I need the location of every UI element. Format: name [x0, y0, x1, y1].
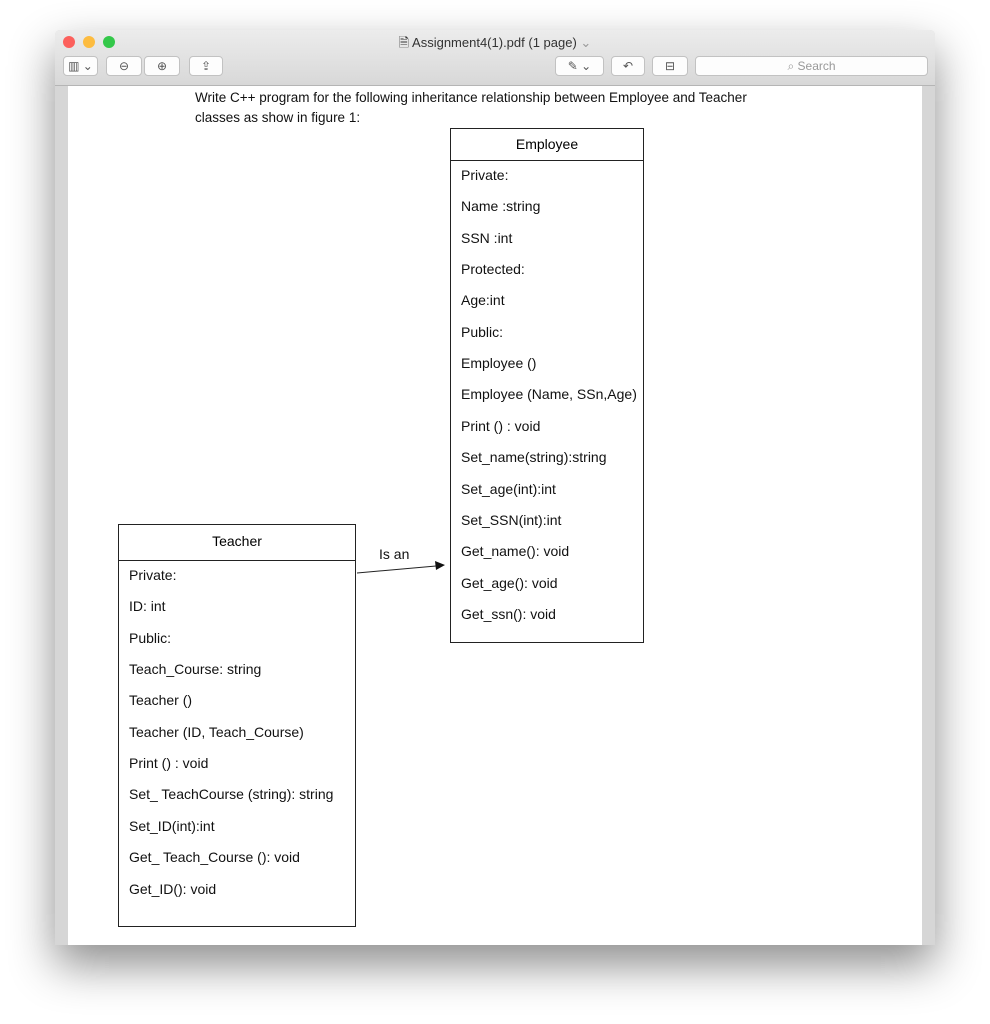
inheritance-arrow — [356, 561, 445, 574]
